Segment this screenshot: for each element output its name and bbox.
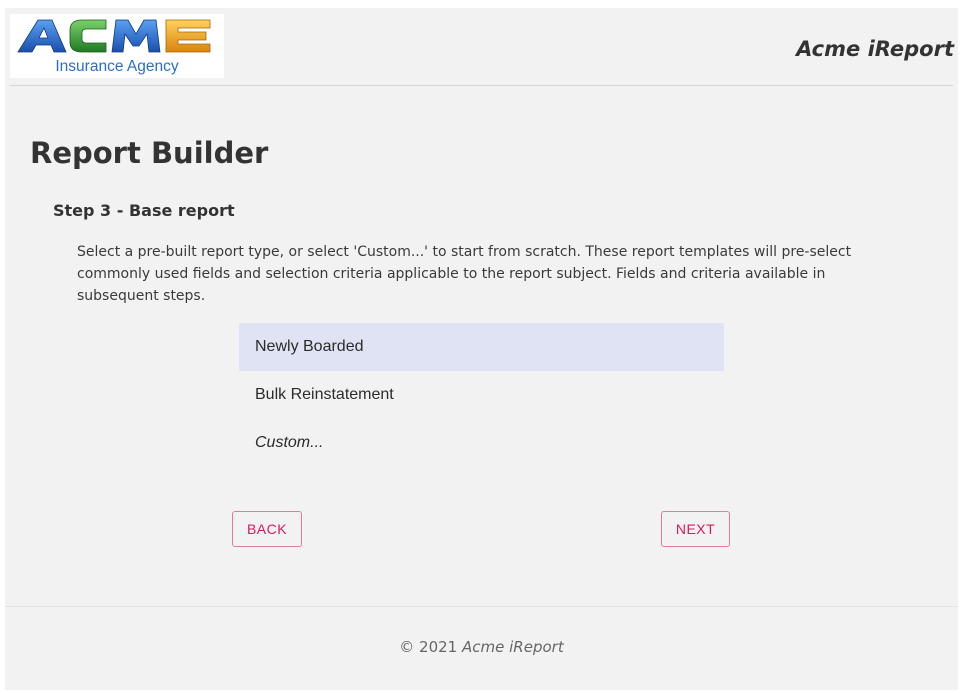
report-type-list: Newly Boarded Bulk Reinstatement Custom.… (239, 323, 724, 467)
report-option-bulk-reinstatement[interactable]: Bulk Reinstatement (239, 371, 724, 419)
step-title: Step 3 - Base report (53, 201, 235, 220)
step-description: Select a pre-built report type, or selec… (77, 244, 852, 304)
back-button[interactable]: BACK (232, 511, 302, 547)
acme-logo: Insurance Agency (10, 14, 224, 78)
app-frame: Insurance Agency Acme iReport Report Bui… (5, 8, 958, 690)
next-button[interactable]: NEXT (661, 511, 730, 547)
footer: © 2021 Acme iReport (5, 638, 958, 656)
logo-subtitle: Insurance Agency (55, 58, 178, 75)
page-title: Report Builder (30, 136, 269, 170)
header-divider (10, 85, 953, 86)
footer-copyright: © 2021 (399, 638, 458, 656)
app-title: Acme iReport (796, 37, 954, 61)
footer-brand: Acme iReport (462, 638, 564, 656)
report-option-custom[interactable]: Custom... (239, 419, 724, 467)
report-option-newly-boarded[interactable]: Newly Boarded (239, 323, 724, 371)
footer-divider (5, 606, 958, 607)
acme-logo-graphic: Insurance Agency (17, 19, 211, 75)
header: Insurance Agency Acme iReport (5, 8, 958, 86)
